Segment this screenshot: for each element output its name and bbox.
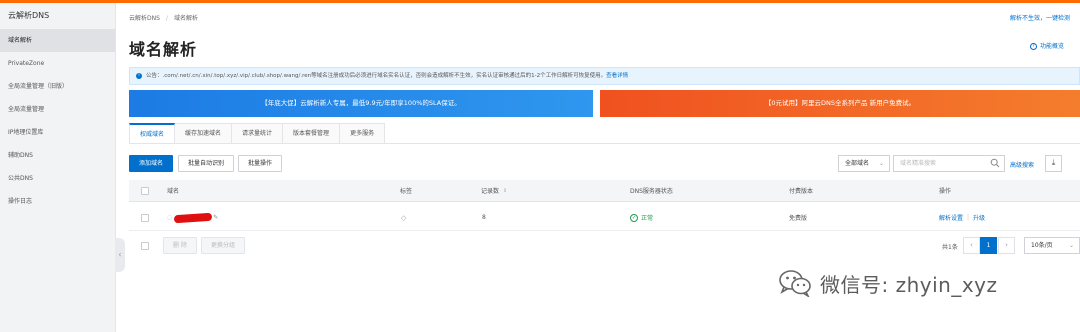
- feature-overview-label: 功能概览: [1039, 43, 1064, 50]
- breadcrumb-item-domain: 域名解析: [173, 15, 198, 22]
- download-button[interactable]: ⤓: [1045, 155, 1062, 172]
- header-dns-status: DNS服务器状态: [630, 188, 673, 195]
- sidebar-item-domain-resolution[interactable]: 域名解析: [0, 29, 115, 52]
- table-row: ◌ ✎ ◇ 8 ✓ 正常 免费版 解析设置 | 升级: [129, 205, 1080, 231]
- table-header: 域名 标签 记录数 ⇕ DNS服务器状态 付费版本 操作: [129, 180, 1080, 202]
- domain-status-icon: ◌: [167, 214, 173, 221]
- feature-overview-link[interactable]: ? 功能概览: [1029, 41, 1064, 50]
- promo-banner-right[interactable]: 【0元试用】阿里云DNS全系列产品 新用户免费试。: [600, 90, 1080, 117]
- sidebar-title: 云解析DNS: [8, 11, 50, 20]
- sidebar-item-secondary-dns[interactable]: 辅助DNS: [0, 144, 115, 167]
- footer-checkbox-cell: [141, 237, 149, 254]
- domain-filter-value: 全部域名: [845, 160, 870, 167]
- change-group-button[interactable]: 更换分组: [201, 237, 245, 254]
- header-record-count[interactable]: 记录数 ⇕: [481, 180, 507, 201]
- delete-button[interactable]: 删 除: [163, 237, 197, 254]
- table-footer: 删 除 更换分组 共1条 ‹ 1 › 10条/页 ⌄: [129, 235, 1080, 257]
- check-circle-icon: ✓: [630, 213, 638, 222]
- redacted-domain-name[interactable]: [174, 212, 213, 223]
- sort-icon: ⇕: [503, 187, 508, 194]
- wechat-logo-icon: [779, 270, 811, 297]
- domain-search-box: [893, 155, 1005, 172]
- plan-cell: 免费版: [789, 215, 808, 222]
- one-click-check-link[interactable]: 解析不生效，一键检测: [1010, 13, 1070, 22]
- batch-operations-button[interactable]: 批量操作: [238, 155, 282, 172]
- page-size-select[interactable]: 10条/页 ⌄: [1024, 237, 1080, 254]
- row-checkbox[interactable]: [141, 213, 149, 222]
- header-plan: 付费版本: [789, 188, 814, 195]
- chevron-down-icon: ⌄: [878, 160, 884, 167]
- search-icon[interactable]: [990, 158, 1000, 168]
- sidebar-item-gtm[interactable]: 全局流量管理: [0, 98, 115, 121]
- chevron-right-icon: ›: [1005, 241, 1008, 249]
- info-icon: i: [136, 72, 142, 79]
- select-all-checkbox[interactable]: [141, 186, 149, 195]
- action-divider: |: [967, 214, 970, 221]
- sidebar-item-privatezone[interactable]: PrivateZone: [0, 52, 115, 75]
- next-page-button[interactable]: ›: [998, 237, 1015, 254]
- sidebar-item-ip-geo[interactable]: IP地理位置库: [0, 121, 115, 144]
- header-domain: 域名: [167, 188, 180, 195]
- domain-filter-select[interactable]: 全部域名 ⌄: [838, 155, 890, 172]
- tag-cell: ◇: [401, 205, 406, 230]
- add-domain-button[interactable]: 添加域名: [129, 155, 173, 172]
- tab-authoritative-domains[interactable]: 权威域名: [129, 123, 176, 144]
- breadcrumb-item-dns[interactable]: 云解析DNS: [129, 15, 160, 22]
- page-title: 域名解析: [129, 40, 198, 59]
- pager-total: 共1条: [942, 244, 958, 251]
- sidebar: 云解析DNS 域名解析 PrivateZone 全局流量管理（旧版） 全局流量管…: [0, 3, 116, 332]
- footer-select-all-checkbox[interactable]: [141, 241, 149, 250]
- domain-search-input[interactable]: [894, 156, 984, 171]
- sidebar-item-gtm-legacy[interactable]: 全局流量管理（旧版）: [0, 75, 115, 98]
- chevron-left-icon: ‹: [970, 241, 973, 249]
- resolve-settings-link[interactable]: 解析设置: [939, 213, 963, 222]
- chevron-down-icon: ⌄: [1068, 242, 1074, 249]
- header-record-count-label: 记录数: [481, 188, 500, 195]
- dns-status-cell: ✓ 正常: [630, 205, 653, 230]
- tag-icon[interactable]: ◇: [401, 214, 406, 222]
- tab-request-stats[interactable]: 请求量统计: [232, 123, 284, 144]
- header-tag: 标签: [400, 188, 413, 195]
- domain-cell: ◌ ✎: [167, 205, 218, 230]
- sidebar-item-operation-log[interactable]: 操作日志: [0, 190, 115, 213]
- header-checkbox-cell: [141, 180, 149, 201]
- question-icon: ?: [1029, 43, 1037, 50]
- promo-banner-left[interactable]: 【年底大促】云解析新人专属，最低9.9元/年即享100%的SLA保证。: [129, 90, 593, 117]
- page-1-button[interactable]: 1: [980, 237, 997, 254]
- wechat-watermark: 微信号: zhyin_xyz: [778, 263, 998, 303]
- notice-bar: i 公告：.com/.net/.cn/.xin/.top/.xyz/.vip/.c…: [129, 67, 1080, 85]
- edit-icon[interactable]: ✎: [213, 214, 218, 221]
- batch-recognize-button[interactable]: 批量自动识别: [178, 155, 234, 172]
- notice-text: 公告：.com/.net/.cn/.xin/.top/.xyz/.vip/.cl…: [146, 73, 607, 79]
- actions-cell: 解析设置 | 升级: [939, 205, 985, 230]
- sidebar-item-public-dns[interactable]: 公共DNS: [0, 167, 115, 190]
- notice-details-link[interactable]: 查看详情: [606, 73, 628, 79]
- upgrade-link[interactable]: 升级: [973, 213, 985, 222]
- watermark-text: 微信号: zhyin_xyz: [820, 272, 998, 297]
- breadcrumb: 云解析DNS / 域名解析: [129, 13, 198, 22]
- record-count-cell: 8: [482, 214, 486, 221]
- tab-divider: [129, 143, 1080, 144]
- breadcrumb-separator: /: [165, 15, 168, 22]
- dns-status-text: 正常: [641, 215, 654, 222]
- tab-more-services[interactable]: 更多服务: [340, 123, 386, 144]
- row-checkbox-cell: [141, 205, 149, 230]
- prev-page-button[interactable]: ‹: [963, 237, 980, 254]
- tab-bar: 权威域名 缓存加速域名 请求量统计 版本套餐管理 更多服务: [129, 123, 386, 144]
- header-actions: 操作: [939, 188, 952, 195]
- advanced-search-link[interactable]: 高级搜索: [1010, 160, 1034, 169]
- tab-version-plan[interactable]: 版本套餐管理: [283, 123, 341, 144]
- tab-cache-acceleration[interactable]: 缓存加速域名: [175, 123, 233, 144]
- page-size-value: 10条/页: [1031, 242, 1053, 249]
- download-icon: ⤓: [1051, 158, 1056, 167]
